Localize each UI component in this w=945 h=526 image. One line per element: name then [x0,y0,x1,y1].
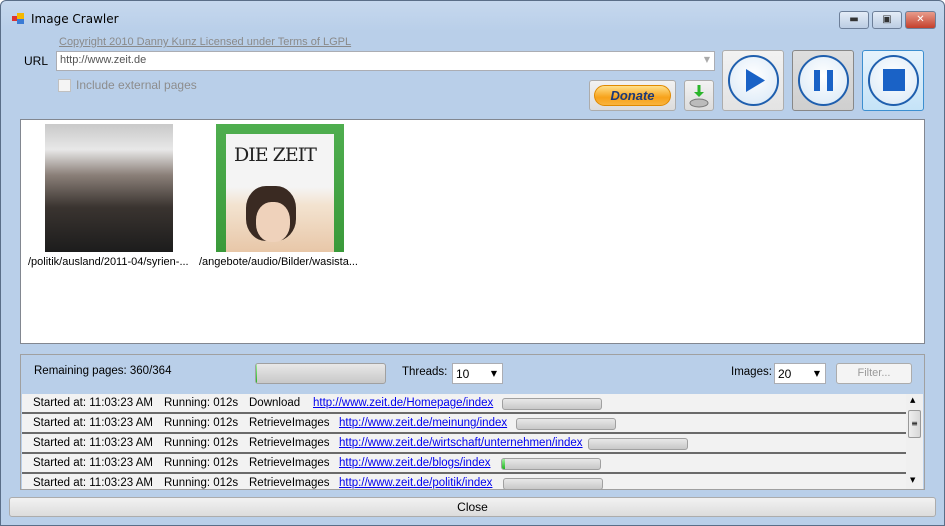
job-running: Running: 012s [164,397,239,409]
job-url-link[interactable]: http://www.zeit.de/blogs/index [339,457,491,469]
job-running: Running: 012s [164,477,239,489]
maximize-button[interactable]: ▣ [872,11,902,29]
job-url-link[interactable]: http://www.zeit.de/wirtschaft/unternehme… [339,437,583,449]
image-thumbnail[interactable] [45,124,173,252]
image-caption: /angebote/audio/Bilder/wasista... [199,256,358,268]
filter-button[interactable]: Filter... [836,363,912,384]
job-action: RetrieveImages [249,417,330,429]
job-url-link[interactable]: http://www.zeit.de/politik/index [339,477,492,489]
include-external-label: Include external pages [76,78,197,92]
url-combobox[interactable]: http://www.zeit.de ▼ [56,51,715,71]
donate-label: Donate [594,85,671,106]
job-started: Started at: 11:03:23 AM [33,417,153,429]
minimize-icon: ▬ [849,14,859,25]
job-started: Started at: 11:03:23 AM [33,437,153,449]
job-running: Running: 012s [164,437,239,449]
stop-icon [883,69,905,91]
start-button[interactable] [722,50,784,111]
job-url-link[interactable]: http://www.zeit.de/meinung/index [339,417,507,429]
image-gallery-panel: /politik/ausland/2011-04/syrien-... DIE … [20,119,925,344]
progress-fill [502,459,505,469]
image-thumbnail[interactable]: DIE ZEIT [216,124,344,252]
close-icon: ✕ [916,14,925,25]
job-progress-bar [516,418,616,430]
jobs-scrollbar[interactable]: ▲ ≡ ▼ [906,394,923,489]
job-action: RetrieveImages [249,477,330,489]
scroll-up-icon[interactable]: ▲ [910,396,915,404]
save-images-button[interactable] [684,80,714,111]
pause-button[interactable] [792,50,854,111]
job-running: Running: 012s [164,457,239,469]
window-title: Image Crawler [31,12,119,26]
job-started: Started at: 11:03:23 AM [33,477,153,489]
close-window-button[interactable]: ✕ [905,11,936,29]
stop-button[interactable] [862,50,924,111]
scroll-down-icon[interactable]: ▼ [910,476,915,484]
images-value: 20 [778,367,792,381]
images-select[interactable]: 20 ▼ [774,363,826,384]
donate-button[interactable]: Donate [589,80,676,111]
close-button[interactable]: Close [9,497,936,517]
job-row: Started at: 11:03:23 AM Running: 012s Re… [22,414,906,434]
job-progress-bar [502,398,602,410]
job-action: Download [249,397,301,409]
maximize-icon: ▣ [882,14,892,25]
chevron-down-icon[interactable]: ▼ [704,55,710,64]
job-action: RetrieveImages [249,457,330,469]
pause-icon [814,70,833,91]
copyright-link[interactable]: Copyright 2010 Danny Kunz Licensed under… [59,36,351,48]
threads-select[interactable]: 10 ▼ [452,363,503,384]
job-started: Started at: 11:03:23 AM [33,457,153,469]
url-label: URL [24,54,49,68]
image-caption: /politik/ausland/2011-04/syrien-... [28,256,189,268]
threads-value: 10 [456,367,470,381]
url-input[interactable]: http://www.zeit.de [60,54,146,66]
jobs-list: Started at: 11:03:23 AM Running: 012s Do… [22,394,906,489]
play-icon [746,69,765,92]
overall-progress-bar [255,363,386,384]
job-started: Started at: 11:03:23 AM [33,397,153,409]
download-disk-icon [689,85,709,108]
job-running: Running: 012s [164,417,239,429]
scroll-thumb[interactable]: ≡ [908,410,921,438]
images-label: Images: [731,366,772,378]
job-row: Started at: 11:03:23 AM Running: 012s Do… [22,394,906,414]
app-icon [12,13,24,24]
chevron-down-icon[interactable]: ▼ [491,369,497,378]
remaining-pages-label: Remaining pages: 360/364 [34,365,172,377]
job-progress-bar [501,458,601,470]
job-url-link[interactable]: http://www.zeit.de/Homepage/index [313,397,493,409]
progress-fill [256,364,258,383]
job-row: Started at: 11:03:23 AM Running: 012s Re… [22,434,906,454]
include-external-checkbox[interactable] [58,79,71,92]
job-progress-bar [503,478,603,489]
minimize-button[interactable]: ▬ [839,11,869,29]
job-row: Started at: 11:03:23 AM Running: 012s Re… [22,454,906,474]
job-action: RetrieveImages [249,437,330,449]
job-row: Started at: 11:03:23 AM Running: 012s Re… [22,474,906,489]
zeit-logo: DIE ZEIT [234,144,317,166]
threads-label: Threads: [402,366,448,378]
job-progress-bar [588,438,688,450]
chevron-down-icon[interactable]: ▼ [814,369,820,378]
